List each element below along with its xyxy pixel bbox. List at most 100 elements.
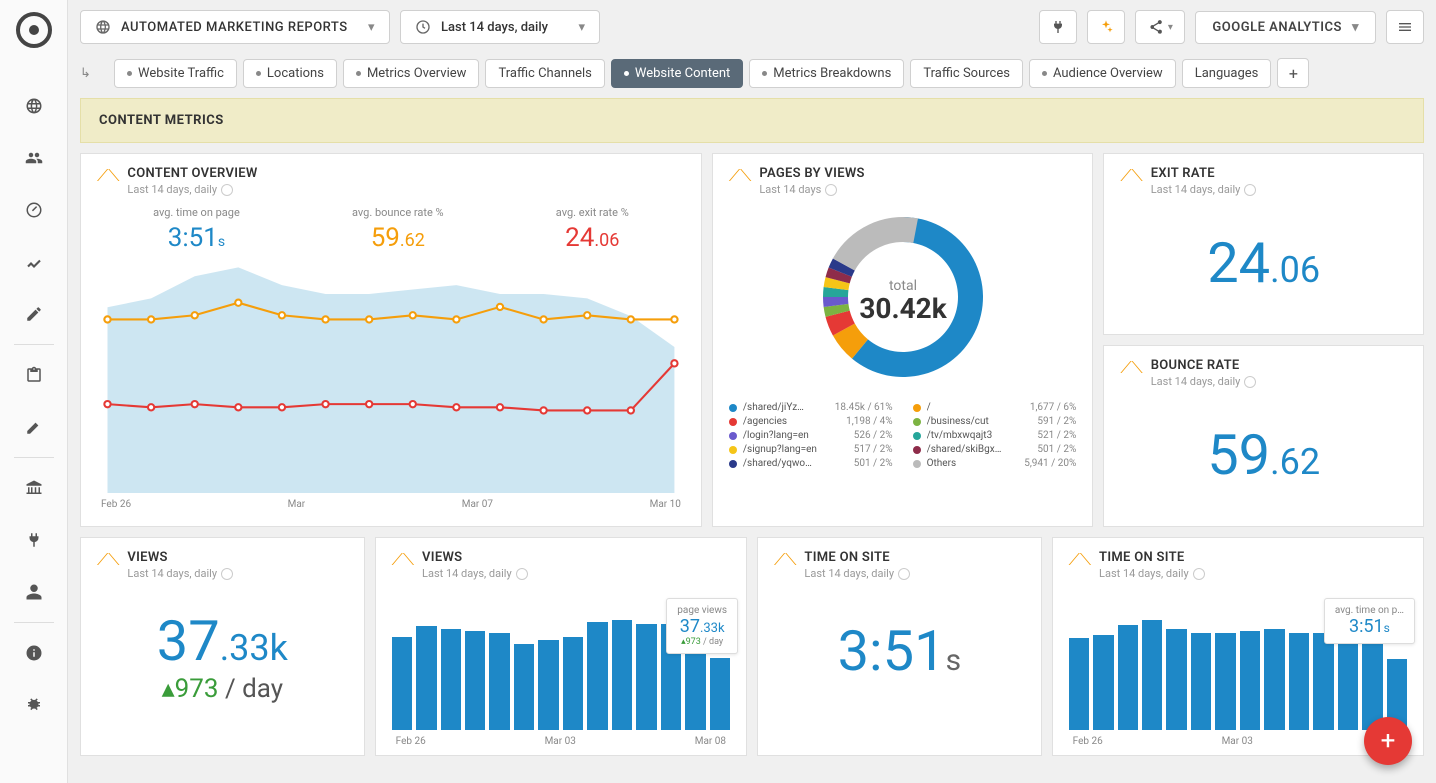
card-subtitle: Last 14 days, daily xyxy=(1151,375,1257,388)
tabs-row: ↳ Website Traffic Locations Metrics Overvi… xyxy=(68,54,1436,98)
edit-icon[interactable] xyxy=(18,411,50,443)
bounce-rate-value: 59.62 xyxy=(1207,422,1320,488)
bar xyxy=(416,626,436,731)
card-subtitle: Last 14 days, daily xyxy=(1099,567,1205,580)
sidebar-rail xyxy=(0,0,68,783)
legend-row: Others5,941 / 20% xyxy=(913,458,1077,469)
tab-website-traffic[interactable]: Website Traffic xyxy=(114,59,237,88)
caret-down-icon: ▾ xyxy=(1352,20,1359,35)
tab-label: Website Content xyxy=(635,66,730,81)
x-label: Mar 07 xyxy=(462,499,493,510)
x-label: Mar 03 xyxy=(545,736,576,747)
bar xyxy=(1118,625,1138,731)
x-label: Mar 08 xyxy=(695,736,726,747)
tab-audience-overview[interactable]: Audience Overview xyxy=(1029,59,1176,88)
time-on-site-big-card: ⟋⟍ TIME ON SITE Last 14 days, daily 3:51… xyxy=(757,537,1042,756)
metric-label: avg. time on page xyxy=(153,206,240,219)
exit-rate-value: 24.06 xyxy=(1207,230,1320,296)
integration-label: GOOGLE ANALYTICS xyxy=(1212,20,1342,35)
integration-selector[interactable]: GOOGLE ANALYTICS ▾ xyxy=(1195,11,1376,44)
donut-chart: total30.42k xyxy=(808,202,998,392)
legend-row: /agencies1,198 / 4% xyxy=(729,416,893,427)
bar xyxy=(538,640,558,730)
card-subtitle: Last 14 days xyxy=(759,183,864,196)
line-icon[interactable] xyxy=(18,246,50,278)
x-label: Mar 10 xyxy=(650,499,681,510)
bounce-rate-card: ⟋⟍ BOUNCE RATE Last 14 days, daily 59.62 xyxy=(1103,345,1424,527)
tab-label: Metrics Breakdowns xyxy=(773,66,891,81)
speed-icon[interactable] xyxy=(18,194,50,226)
people-icon[interactable] xyxy=(18,142,50,174)
tab-label: Traffic Sources xyxy=(923,66,1010,81)
tab-languages[interactable]: Languages xyxy=(1182,59,1272,88)
clipboard-icon[interactable] xyxy=(18,359,50,391)
bank-icon[interactable] xyxy=(18,472,50,504)
plug-icon[interactable] xyxy=(18,524,50,556)
share-button[interactable]: ▾ xyxy=(1135,10,1185,44)
legend-row: /shared/skiBgx…501 / 2% xyxy=(913,444,1077,455)
tab-locations[interactable]: Locations xyxy=(243,59,337,88)
pencil-icon[interactable] xyxy=(18,298,50,330)
add-widget-fab[interactable]: + xyxy=(1364,717,1412,765)
card-subtitle: Last 14 days, daily xyxy=(1151,183,1257,196)
svg-text:30.42k: 30.42k xyxy=(859,292,947,325)
legend-row: /login?lang=en526 / 2% xyxy=(729,430,893,441)
bar xyxy=(1362,642,1382,730)
analytics-icon: ⟋⟍ xyxy=(392,552,414,568)
bar xyxy=(1215,633,1235,730)
tab-website-content[interactable]: Website Content xyxy=(611,59,743,88)
card-title: VIEWS xyxy=(127,550,233,565)
info-icon[interactable] xyxy=(18,637,50,669)
time-on-site-chart-card: ⟋⟍ TIME ON SITE Last 14 days, daily avg.… xyxy=(1052,537,1424,756)
card-title: PAGES BY VIEWS xyxy=(759,166,864,181)
analytics-icon: ⟋⟍ xyxy=(1120,360,1142,376)
globe-icon xyxy=(95,19,111,35)
card-subtitle: Last 14 days, daily xyxy=(422,567,528,580)
tab-traffic-sources[interactable]: Traffic Sources xyxy=(910,59,1023,88)
plug-button[interactable] xyxy=(1039,10,1077,44)
exit-rate-card: ⟋⟍ EXIT RATE Last 14 days, daily 24.06 xyxy=(1103,153,1424,335)
section-banner: CONTENT METRICS xyxy=(80,98,1424,143)
card-title: CONTENT OVERVIEW xyxy=(127,166,257,181)
tab-traffic-channels[interactable]: Traffic Channels xyxy=(485,59,604,88)
views-tooltip: page views 37.33k ▴973 / day xyxy=(666,598,738,654)
views-delta: ▴973 / day xyxy=(97,674,348,704)
report-selector[interactable]: AUTOMATED MARKETING REPORTS ▾ xyxy=(80,10,390,44)
metric-value: 59.62 xyxy=(352,223,444,253)
x-label: Feb 26 xyxy=(1073,736,1103,747)
bug-icon[interactable] xyxy=(18,689,50,721)
bar xyxy=(587,622,607,730)
sub-indicator-icon: ↳ xyxy=(80,66,104,81)
tab-label: Locations xyxy=(267,66,324,81)
card-subtitle: Last 14 days, daily xyxy=(127,183,257,196)
content-area: CONTENT METRICS ⟋⟍ CONTENT OVERVIEW Last… xyxy=(68,98,1436,783)
bar xyxy=(514,644,534,731)
analytics-icon: ⟋⟍ xyxy=(97,168,119,184)
card-subtitle: Last 14 days, daily xyxy=(127,567,233,580)
tab-metrics-overview[interactable]: Metrics Overview xyxy=(343,59,480,88)
pages-by-views-card: ⟋⟍ PAGES BY VIEWS Last 14 days total30.4… xyxy=(712,153,1093,527)
x-label: Feb 26 xyxy=(101,499,131,510)
date-range-selector[interactable]: Last 14 days, daily ▾ xyxy=(400,10,600,44)
user-icon[interactable] xyxy=(18,576,50,608)
tab-metrics-breakdowns[interactable]: Metrics Breakdowns xyxy=(749,59,904,88)
metric-label: avg. bounce rate % xyxy=(352,206,444,219)
sparkle-button[interactable] xyxy=(1087,10,1125,44)
card-title: EXIT RATE xyxy=(1151,166,1257,181)
bar xyxy=(1313,633,1333,730)
bar xyxy=(1093,635,1113,730)
analytics-icon: ⟋⟍ xyxy=(1069,552,1091,568)
caret-down-icon: ▾ xyxy=(368,20,375,35)
tab-label: Website Traffic xyxy=(138,66,224,81)
legend-row: /shared/yqwo…501 / 2% xyxy=(729,458,893,469)
menu-button[interactable] xyxy=(1386,10,1424,44)
add-tab-button[interactable]: + xyxy=(1277,58,1309,88)
globe-icon[interactable] xyxy=(18,90,50,122)
legend-row: /1,677 / 6% xyxy=(913,402,1077,413)
metric-label: avg. exit rate % xyxy=(556,206,629,219)
card-title: VIEWS xyxy=(422,550,528,565)
views-chart-card: ⟋⟍ VIEWS Last 14 days, daily page views … xyxy=(375,537,747,756)
analytics-icon: ⟋⟍ xyxy=(97,552,119,568)
bar xyxy=(1166,629,1186,730)
x-label: Feb 26 xyxy=(396,736,426,747)
